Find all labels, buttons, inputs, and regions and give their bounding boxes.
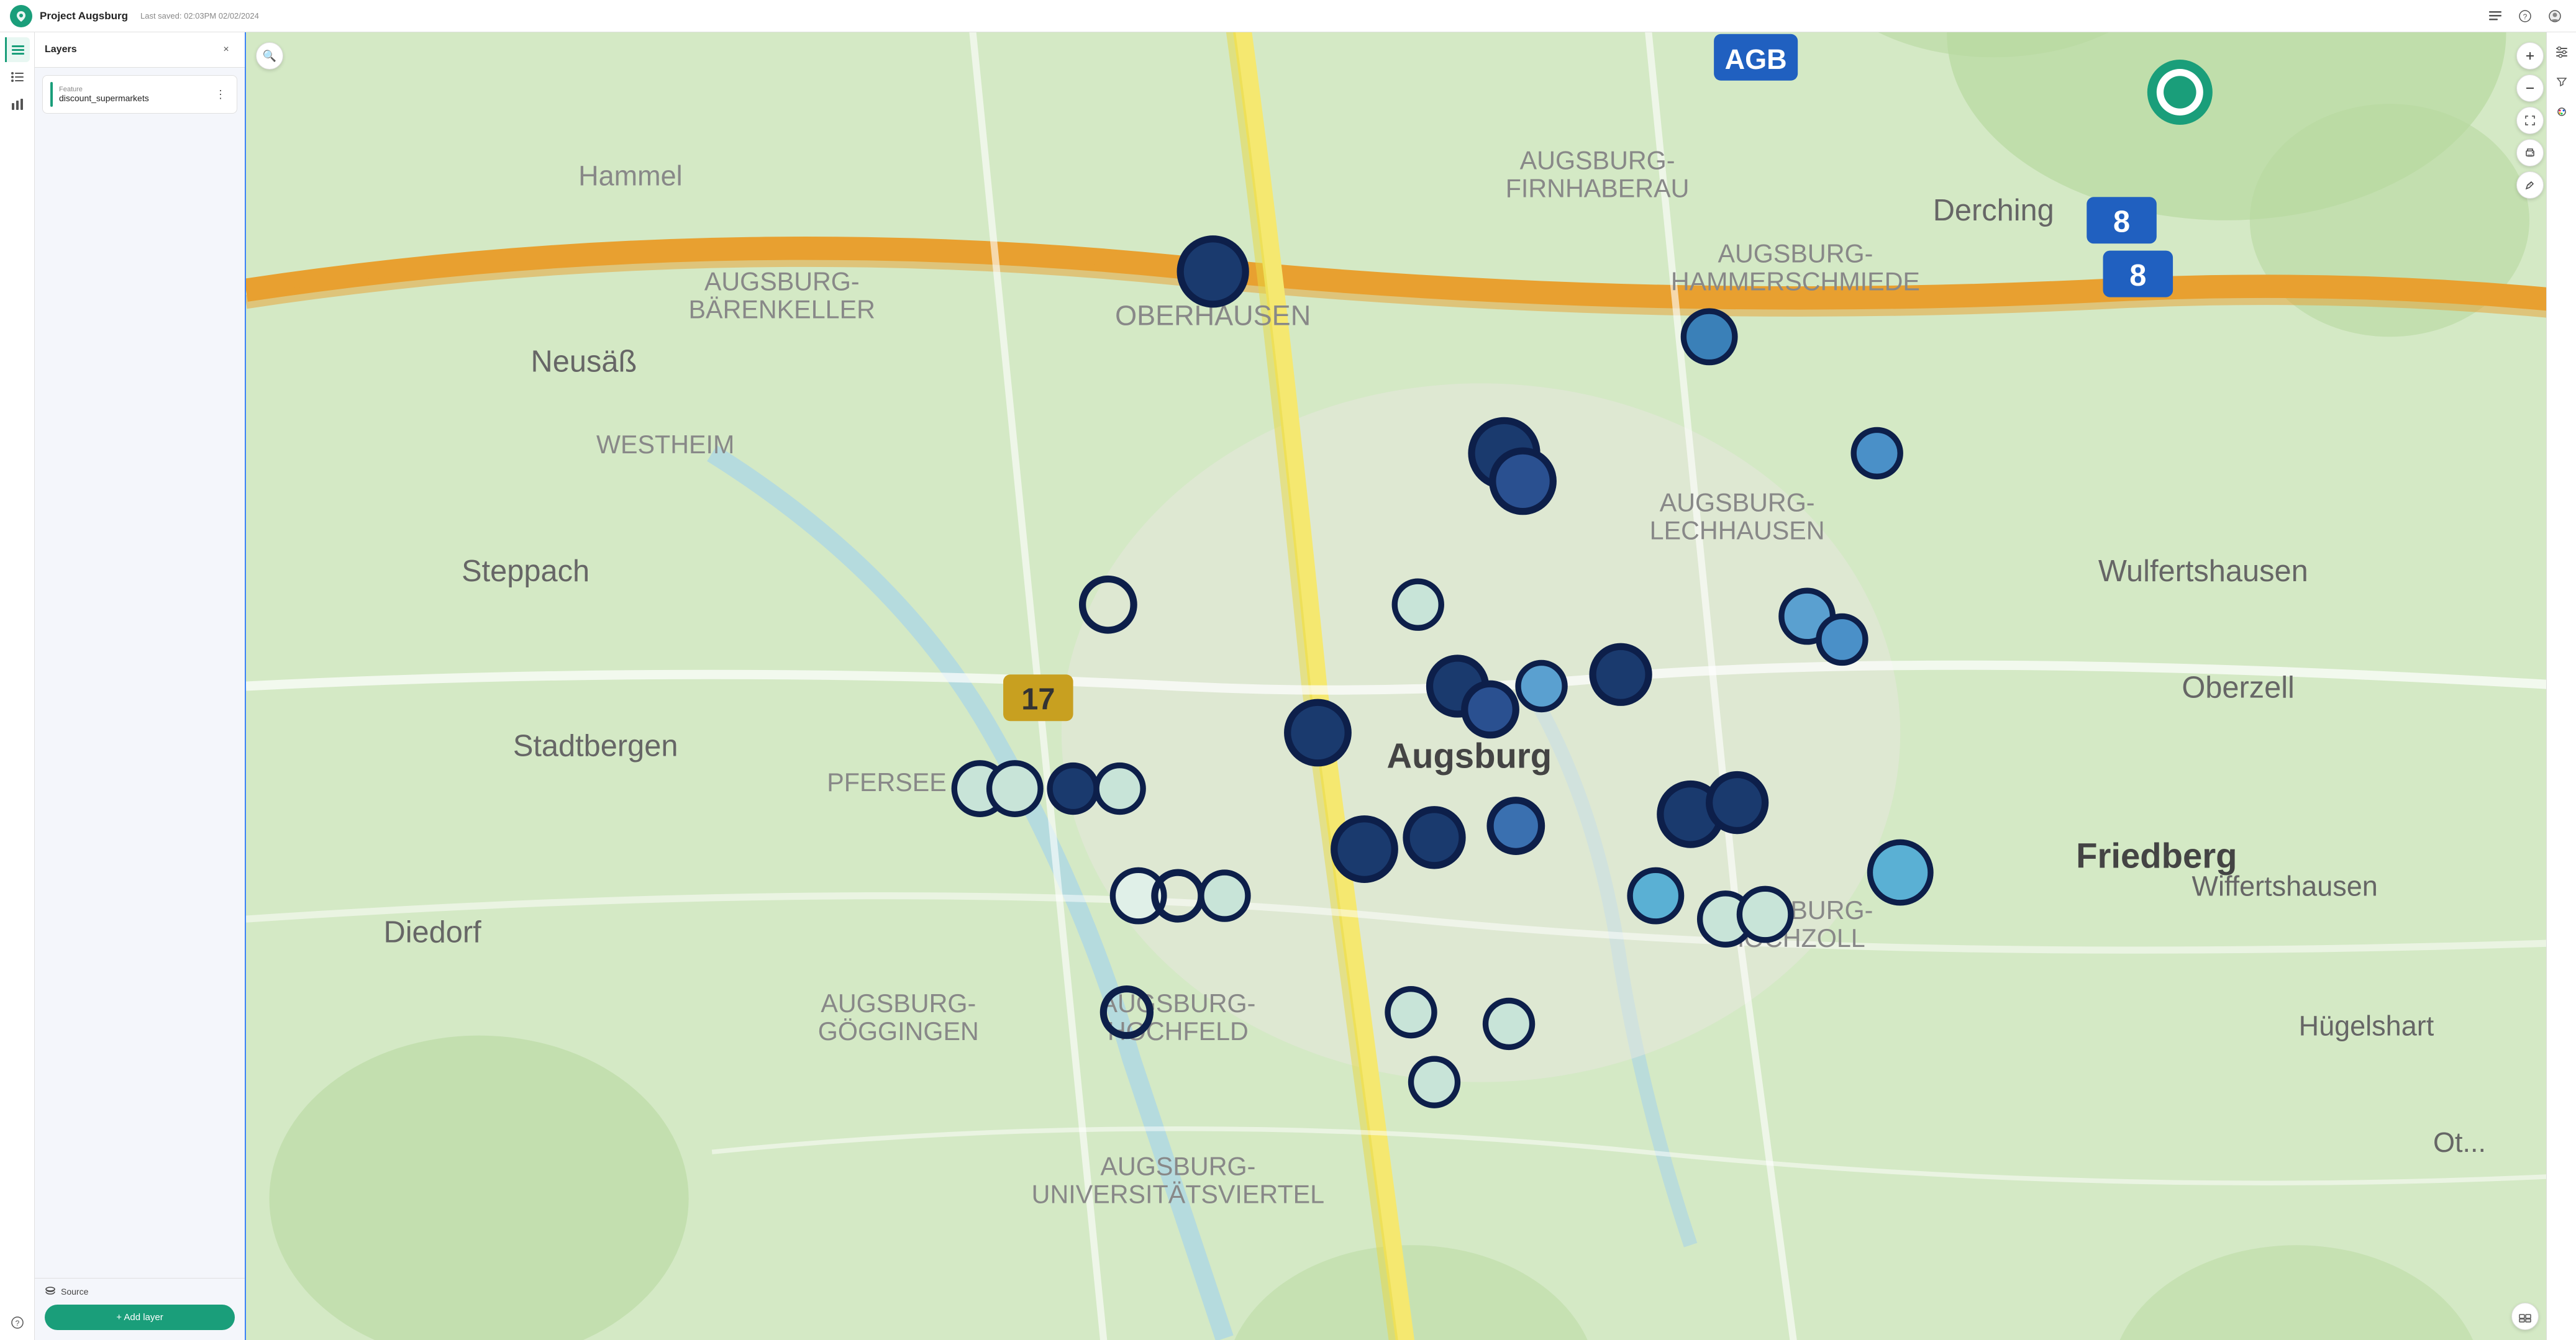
layers-panel: Layers × Feature discount_supermarkets ⋮ <box>35 32 246 1340</box>
header: Project Augsburg Last saved: 02:03PM 02/… <box>0 0 2576 32</box>
layer-name: discount_supermarkets <box>59 93 206 103</box>
svg-text:Wulfertshausen: Wulfertshausen <box>2098 555 2308 588</box>
svg-text:Stadtbergen: Stadtbergen <box>513 730 678 763</box>
svg-text:Derching: Derching <box>1933 194 2054 227</box>
layer-color-indicator <box>50 82 53 107</box>
layers-content: Feature discount_supermarkets ⋮ <box>35 68 245 1278</box>
layer-item[interactable]: Feature discount_supermarkets ⋮ <box>42 75 237 114</box>
svg-text:Friedberg: Friedberg <box>2076 836 2237 876</box>
last-saved: Last saved: 02:03PM 02/02/2024 <box>140 11 259 20</box>
svg-text:AUGSBURG-: AUGSBURG- <box>1660 489 1815 517</box>
svg-text:GÖGGINGEN: GÖGGINGEN <box>818 1017 979 1046</box>
svg-text:?: ? <box>15 1319 19 1328</box>
layers-footer: Source + Add layer <box>35 1278 245 1340</box>
layers-close-button[interactable]: × <box>217 41 235 58</box>
main-layout: ? Layers × Feature discount_supermarkets… <box>0 32 2576 1340</box>
layer-type: Feature <box>59 86 206 93</box>
svg-text:AGB: AGB <box>1725 43 1787 75</box>
svg-text:Hammel: Hammel <box>578 160 683 192</box>
sidebar-bottom: ? <box>5 1310 30 1335</box>
database-icon <box>45 1286 56 1297</box>
svg-text:LECHHAUSEN: LECHHAUSEN <box>1650 517 1825 545</box>
source-row[interactable]: Source <box>45 1286 235 1297</box>
zoom-out-button[interactable] <box>2516 75 2544 102</box>
svg-text:AUGSBURG-: AUGSBURG- <box>1100 989 1255 1018</box>
filter-button[interactable] <box>2549 70 2574 94</box>
svg-text:AUGSBURG-: AUGSBURG- <box>704 267 860 296</box>
svg-text:AUGSBURG-: AUGSBURG- <box>821 989 976 1018</box>
svg-text:17: 17 <box>1021 683 1055 717</box>
add-layer-button[interactable]: + Add layer <box>45 1305 235 1330</box>
map-controls-right <box>2516 42 2544 199</box>
map-controls-left: 🔍 <box>256 42 283 70</box>
print-button[interactable] <box>2516 139 2544 166</box>
svg-text:FIRNHABERAU: FIRNHABERAU <box>1506 174 1690 202</box>
svg-text:Ot...: Ot... <box>2433 1126 2486 1158</box>
map-background: 8 8 17 AGB ✈ Gersthofen H <box>246 32 2576 1340</box>
svg-text:8: 8 <box>2129 259 2146 292</box>
fullscreen-button[interactable] <box>2516 107 2544 134</box>
map-bottom-controls <box>2511 1303 2539 1330</box>
map-right-sidebar <box>2546 32 2576 1340</box>
project-title: Project Augsburg <box>40 10 128 22</box>
sidebar-item-chart[interactable] <box>5 92 30 117</box>
svg-text:Neusäß: Neusäß <box>531 345 637 379</box>
svg-text:AUGSBURG-: AUGSBURG- <box>1520 146 1675 174</box>
layers-title: Layers <box>45 44 77 55</box>
sidebar-item-list[interactable] <box>5 65 30 89</box>
svg-text:Hügelshart: Hügelshart <box>2299 1010 2434 1042</box>
svg-text:Steppach: Steppach <box>462 555 589 588</box>
layer-menu-button[interactable]: ⋮ <box>212 86 229 103</box>
map-svg: 8 8 17 AGB ✈ Gersthofen H <box>246 32 2576 1340</box>
sidebar-item-layers[interactable] <box>5 37 30 62</box>
draw-button[interactable] <box>2516 171 2544 199</box>
svg-text:PFERSEE: PFERSEE <box>827 768 947 797</box>
svg-text:Oberzell: Oberzell <box>2182 671 2295 705</box>
layers-header: Layers × <box>35 32 245 68</box>
map-search-button[interactable]: 🔍 <box>256 42 283 70</box>
settings-button[interactable] <box>2549 40 2574 65</box>
svg-text:AUGSBURG-: AUGSBURG- <box>1718 239 1873 268</box>
app-logo <box>10 5 32 27</box>
svg-text:Augsburg: Augsburg <box>1386 736 1552 775</box>
help-button[interactable]: ? <box>2514 5 2536 27</box>
sidebar-help-button[interactable]: ? <box>5 1310 30 1335</box>
svg-text:Wiffertshausen: Wiffertshausen <box>2191 871 2377 902</box>
map-type-button[interactable] <box>2511 1303 2539 1330</box>
svg-text:HOCHFELD: HOCHFELD <box>1108 1017 1249 1046</box>
layer-info: Feature discount_supermarkets <box>59 86 206 103</box>
source-label: Source <box>61 1287 88 1297</box>
svg-text:BÄRENKELLER: BÄRENKELLER <box>689 295 875 324</box>
svg-text:HAMMERSCHMIEDE: HAMMERSCHMIEDE <box>1671 267 1920 296</box>
svg-text:UNIVERSITÄTSVIERTEL: UNIVERSITÄTSVIERTEL <box>1032 1180 1324 1209</box>
svg-text:WESTHEIM: WESTHEIM <box>596 430 734 459</box>
user-button[interactable] <box>2544 5 2566 27</box>
svg-text:Diedorf: Diedorf <box>384 916 482 949</box>
zoom-in-button[interactable] <box>2516 42 2544 70</box>
svg-text:?: ? <box>2523 12 2528 21</box>
map-area[interactable]: 8 8 17 AGB ✈ Gersthofen H <box>246 32 2576 1340</box>
svg-text:AUGSBURG-: AUGSBURG- <box>1100 1152 1255 1181</box>
menu-button[interactable] <box>2484 5 2506 27</box>
icon-sidebar: ? <box>0 32 35 1340</box>
palette-button[interactable] <box>2549 99 2574 124</box>
svg-text:8: 8 <box>2113 206 2130 239</box>
